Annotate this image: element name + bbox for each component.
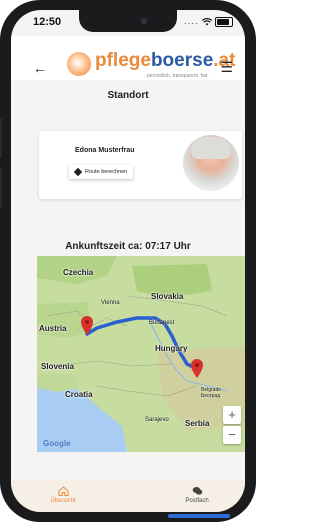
app-logo[interactable]: pflegeboerse.at [95,50,235,72]
avatar [183,135,239,191]
profile-card: Edona Musterfrau Route berechnen [39,131,242,199]
logo-tagline: persönlich. transparent. fair. [147,73,209,79]
home-icon [58,486,68,496]
hamburger-menu-icon[interactable]: ☰ [220,59,233,76]
map-city-vienna: Vienna [101,300,120,306]
google-attribution: Google [43,439,71,448]
arrow-left-icon[interactable]: ← [33,60,47,76]
zoom-out-button[interactable]: − [223,426,241,444]
map-background [37,256,245,452]
tab-overview-label: Übersicht [50,498,76,504]
route-map[interactable]: Czechia Slovakia Austria Hungary Sloveni… [37,256,245,452]
map-city-belgrade: Belgrade Београд [201,387,222,399]
profile-name: Edona Musterfrau [75,147,135,154]
camera-dot [141,18,147,24]
tab-overview[interactable]: Übersicht [23,486,103,504]
volume-button [0,168,2,208]
map-label-hungary: Hungary [155,344,188,353]
camera-notch [79,10,177,32]
wifi-icon [202,17,212,25]
logo-ball-icon [67,52,91,76]
status-time: 12:50 [33,16,62,28]
avatar-hair [191,137,231,159]
logo-part-pflege: pflege [95,50,151,71]
tab-inbox[interactable]: Postfach [157,486,237,504]
map-label-slovenia: Slovenia [41,362,74,371]
map-label-slovakia: Slovakia [151,292,184,301]
app-header: ← pflegeboerse.at persönlich. transparen… [11,36,245,80]
page-title: Standort [107,90,149,101]
home-indicator [168,514,230,518]
zoom-in-button[interactable]: + [223,406,241,424]
map-label-croatia: Croatia [65,390,93,399]
logo-part-boerse: boerse [150,50,214,71]
status-icons: .... [184,16,233,27]
map-city-budapest: Budapest [149,320,175,326]
route-button[interactable]: Route berechnen [69,165,134,179]
tab-inbox-label: Postfach [185,498,209,504]
volume-button [0,118,2,158]
route-button-label: Route berechnen [85,169,128,175]
bottom-tab-bar: Übersicht Postfach [11,480,245,512]
arrival-time: Ankunftszeit ca: 07:17 Uhr [65,241,191,252]
signal-dots: .... [183,16,199,27]
map-label-serbia: Serbia [185,419,210,428]
map-label-czechia: Czechia [63,268,94,277]
directions-icon [73,167,83,177]
screen: 12:50 .... ← pflegeboerse.at persönlich.… [11,10,245,512]
phone-frame: 12:50 .... ← pflegeboerse.at persönlich.… [0,0,256,522]
map-city-sarajevo: Sarajevo [145,417,169,423]
map-label-austria: Austria [39,324,67,333]
chat-bubbles-icon [192,487,202,495]
battery-icon [215,16,233,27]
